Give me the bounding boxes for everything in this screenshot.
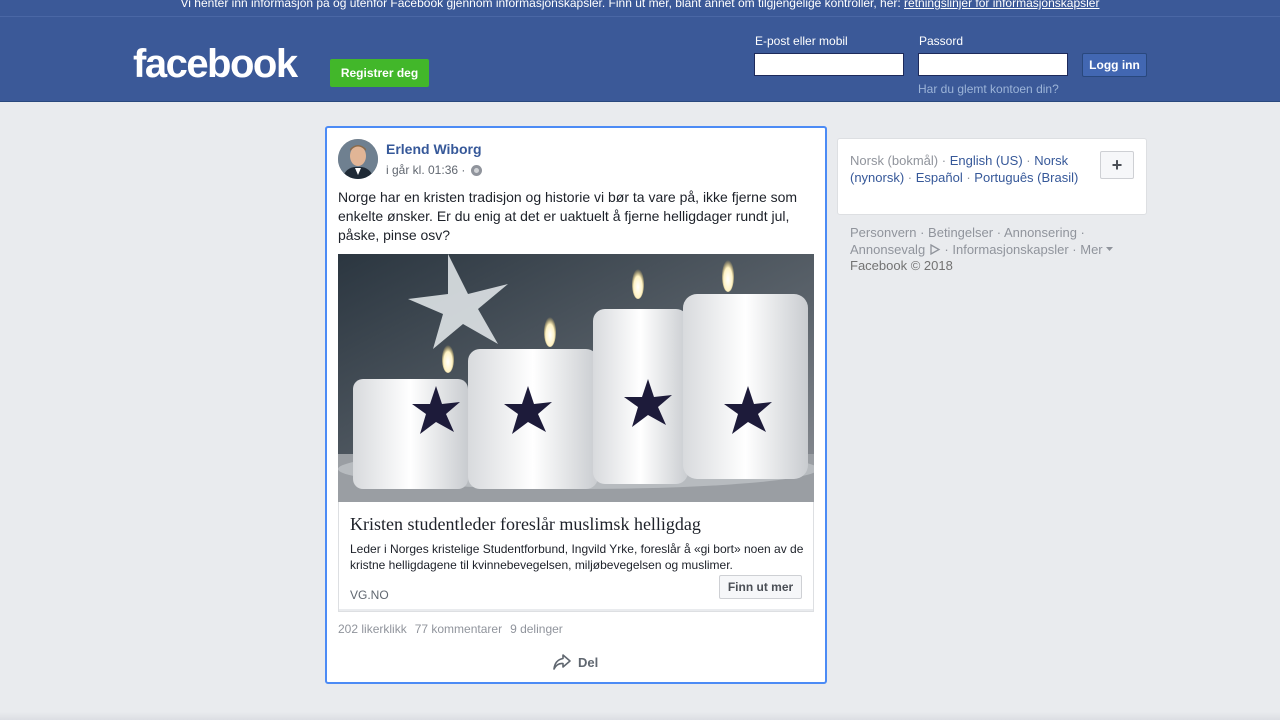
link-domain: VG.NO	[350, 588, 389, 602]
language-selector: Norsk (bokmål) · English (US) · Norsk (n…	[837, 138, 1147, 215]
footer-link[interactable]: Informasjonskapsler	[952, 242, 1068, 257]
author-avatar[interactable]	[338, 139, 378, 179]
post-stats: 202 likerklikk 77 kommentarer 9 delinger	[338, 622, 563, 636]
footer-links: Personvern · Betingelser · Annonsering ·…	[850, 224, 1140, 258]
cookie-policy-link[interactable]: retningslinjer for informasjonskapsler	[904, 0, 1099, 10]
avatar-portrait-icon	[338, 139, 378, 179]
top-header: Vi henter inn informasjon på og utenfor …	[0, 0, 1280, 102]
forgot-account-link[interactable]: Har du glemt kontoen din?	[918, 82, 1059, 96]
share-arrow-icon	[553, 654, 571, 670]
chevron-down-icon	[1106, 247, 1114, 251]
language-option[interactable]: Português (Brasil)	[974, 170, 1078, 185]
register-button[interactable]: Registrer deg	[330, 59, 429, 87]
learn-more-button[interactable]: Finn ut mer	[719, 575, 802, 599]
globe-icon	[471, 164, 483, 176]
likes-count[interactable]: 202 likerklikk	[338, 622, 407, 636]
current-language: Norsk (bokmål)	[850, 153, 939, 168]
shares-count[interactable]: 9 delinger	[510, 622, 563, 636]
facebook-logo[interactable]: facebook	[133, 42, 298, 87]
share-button[interactable]: Del	[552, 653, 598, 671]
post-card: Erlend Wiborg i går kl. 01:36 · Norge ha…	[325, 126, 827, 684]
cookie-notice: Vi henter inn informasjon på og utenfor …	[0, 0, 1280, 17]
email-label: E-post eller mobil	[755, 34, 848, 48]
language-option[interactable]: English (US)	[950, 153, 1023, 168]
add-language-button[interactable]: +	[1100, 151, 1134, 179]
cookie-notice-text: Vi henter inn informasjon på og utenfor …	[180, 0, 905, 10]
footer-link[interactable]: Annonsering	[1004, 225, 1077, 240]
language-option[interactable]: Español	[916, 170, 963, 185]
login-button[interactable]: Logg inn	[1082, 53, 1147, 77]
candles-photo	[338, 254, 814, 502]
language-list: Norsk (bokmål) · English (US) · Norsk (n…	[850, 153, 1079, 185]
link-description: Leder i Norges kristelige Studentforbund…	[350, 542, 804, 572]
comments-count[interactable]: 77 kommentarer	[415, 622, 502, 636]
link-title[interactable]: Kristen studentleder foreslår muslimsk h…	[350, 514, 800, 535]
share-label: Del	[578, 654, 599, 670]
post-time-text[interactable]: i går kl. 01:36 ·	[386, 163, 465, 177]
footer-link[interactable]: Mer	[1080, 242, 1102, 257]
ad-choices-icon	[930, 243, 941, 256]
post-body-text: Norge har en kristen tradisjon og histor…	[338, 189, 798, 243]
post-timestamp: i går kl. 01:36 ·	[386, 163, 483, 177]
author-name-link[interactable]: Erlend Wiborg	[386, 141, 482, 157]
footer-link[interactable]: Personvern	[850, 225, 916, 240]
email-field[interactable]	[754, 53, 904, 76]
link-preview-box[interactable]: Kristen studentleder foreslår muslimsk h…	[338, 502, 814, 612]
footer-link[interactable]: Betingelser	[928, 225, 993, 240]
copyright-text: Facebook © 2018	[850, 258, 953, 273]
footer-link[interactable]: Annonsevalg	[850, 242, 925, 257]
link-preview-image[interactable]	[338, 254, 814, 502]
page-bottom-edge	[0, 712, 1280, 720]
password-field[interactable]	[918, 53, 1068, 76]
password-label: Passord	[919, 34, 964, 48]
